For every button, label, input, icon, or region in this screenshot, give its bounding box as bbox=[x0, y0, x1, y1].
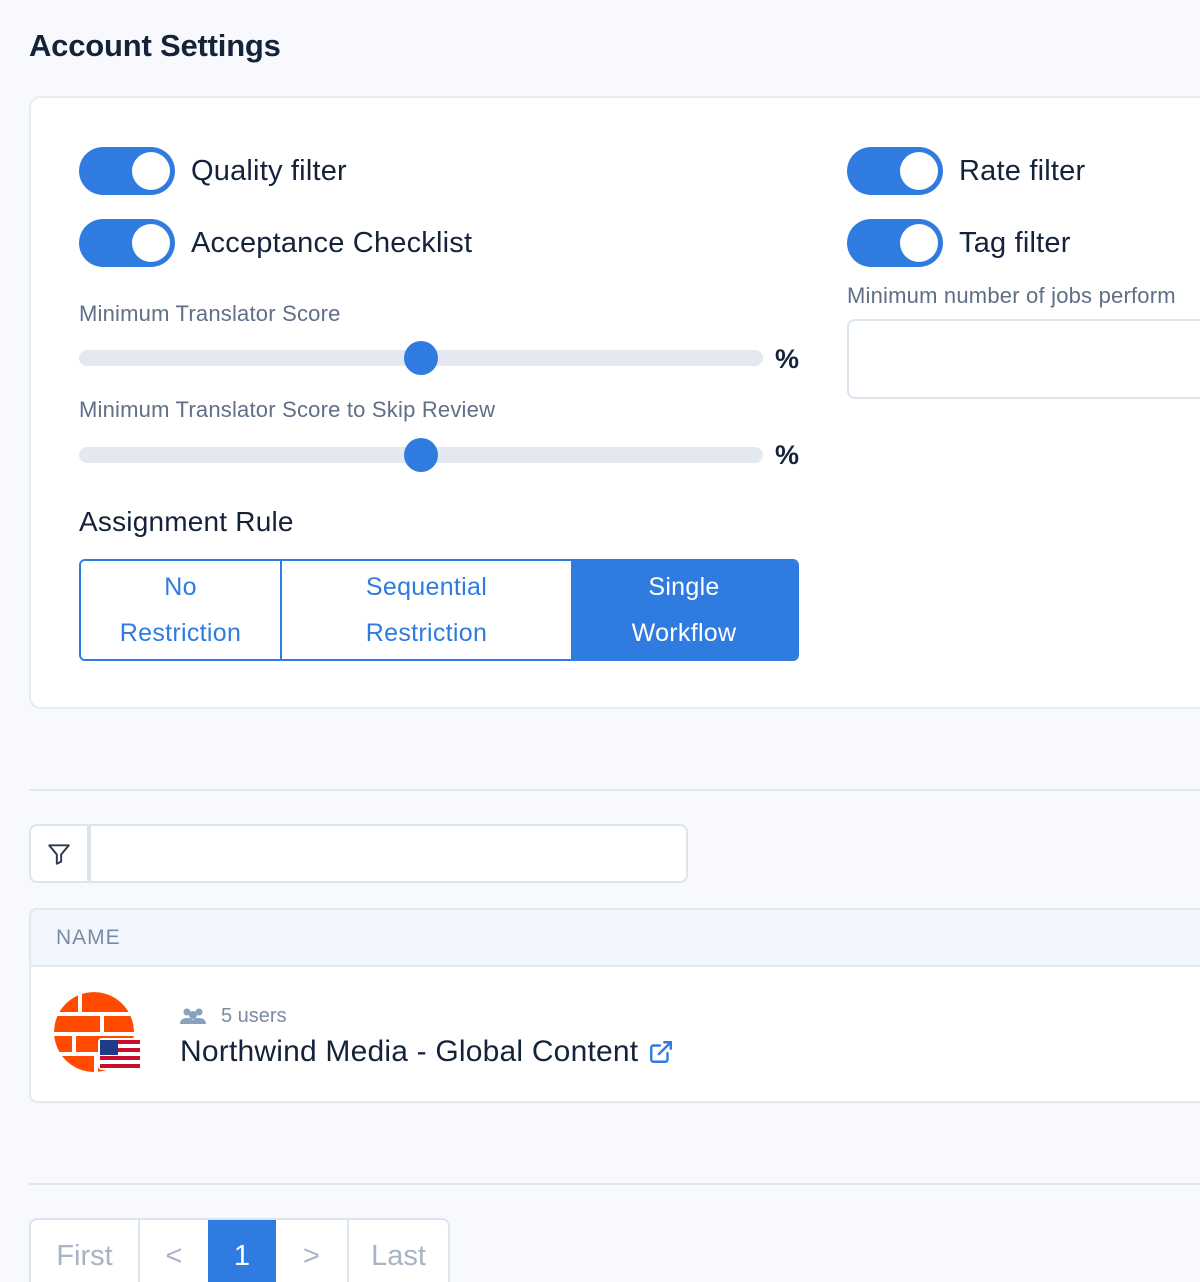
company-logo-icon bbox=[54, 992, 142, 1072]
last-page-button[interactable]: Last bbox=[347, 1220, 448, 1282]
min-jobs-label: Minimum number of jobs perform bbox=[847, 283, 1176, 308]
min-translator-score-label: Minimum Translator Score bbox=[79, 301, 341, 326]
min-translator-score-slider[interactable] bbox=[79, 341, 763, 375]
us-flag-icon bbox=[98, 1038, 142, 1070]
accounts-table: NAME 5 users Northwind Media - Global Co… bbox=[29, 908, 1200, 1103]
page-title: Account Settings bbox=[29, 28, 281, 63]
rate-filter-toggle[interactable] bbox=[847, 147, 943, 195]
row-meta: 5 users bbox=[179, 1005, 287, 1028]
toggle-knob bbox=[900, 224, 938, 262]
rate-filter-row: Rate filter bbox=[847, 147, 1085, 195]
filter-input[interactable] bbox=[89, 824, 688, 883]
no-restriction-option[interactable]: No Restriction bbox=[81, 561, 280, 659]
users-count: 5 users bbox=[221, 1005, 287, 1027]
min-score-skip-review-slider[interactable] bbox=[79, 438, 763, 472]
sequential-restriction-option[interactable]: Sequential Restriction bbox=[280, 561, 571, 659]
divider bbox=[29, 1183, 1200, 1185]
percent-unit: % bbox=[775, 440, 800, 470]
filter-icon bbox=[48, 843, 70, 865]
slider-thumb[interactable] bbox=[404, 341, 438, 375]
quality-filter-label: Quality filter bbox=[191, 154, 347, 187]
table-row[interactable]: 5 users Northwind Media - Global Content bbox=[31, 967, 1200, 1101]
percent-unit: % bbox=[775, 344, 800, 374]
tag-filter-label: Tag filter bbox=[959, 226, 1071, 259]
acceptance-checklist-row: Acceptance Checklist bbox=[79, 219, 472, 267]
toggle-knob bbox=[132, 152, 170, 190]
prev-page-button[interactable]: < bbox=[138, 1220, 208, 1282]
toggle-knob bbox=[900, 152, 938, 190]
single-workflow-option[interactable]: Single Workflow bbox=[571, 561, 797, 659]
option-line: Workflow bbox=[631, 619, 737, 647]
tag-filter-row: Tag filter bbox=[847, 219, 1071, 267]
acceptance-checklist-toggle[interactable] bbox=[79, 219, 175, 267]
users-icon bbox=[180, 1008, 206, 1024]
option-line: Restriction bbox=[365, 619, 488, 647]
pagination: First < 1 > Last bbox=[29, 1218, 450, 1282]
slider-thumb[interactable] bbox=[404, 438, 438, 472]
option-line: Restriction bbox=[119, 619, 242, 647]
option-line: Sequential bbox=[365, 573, 488, 601]
quality-filter-row: Quality filter bbox=[79, 147, 347, 195]
rate-filter-label: Rate filter bbox=[959, 154, 1086, 187]
next-page-button[interactable]: > bbox=[276, 1220, 347, 1282]
option-line: Single bbox=[648, 573, 720, 601]
account-name-text[interactable]: Northwind Media - Global Content bbox=[180, 1035, 638, 1069]
account-name: Northwind Media - Global Content bbox=[180, 1035, 674, 1069]
tag-filter-toggle[interactable] bbox=[847, 219, 943, 267]
filter-button[interactable] bbox=[29, 824, 89, 883]
quality-filter-toggle[interactable] bbox=[79, 147, 175, 195]
settings-card: Quality filter Acceptance Checklist Rate… bbox=[29, 96, 1200, 709]
divider bbox=[29, 789, 1200, 791]
assignment-rule-segmented-control: No Restriction Sequential Restriction Sing… bbox=[79, 559, 799, 661]
external-link-icon[interactable] bbox=[648, 1039, 674, 1065]
current-page-button[interactable]: 1 bbox=[208, 1220, 276, 1282]
min-jobs-input[interactable] bbox=[847, 319, 1200, 399]
table-header-name: NAME bbox=[31, 910, 1200, 967]
option-line: No bbox=[164, 573, 197, 601]
min-score-skip-review-label: Minimum Translator Score to Skip Review bbox=[79, 397, 496, 422]
first-page-button[interactable]: First bbox=[31, 1220, 138, 1282]
assignment-rule-label: Assignment Rule bbox=[79, 506, 294, 537]
acceptance-checklist-label: Acceptance Checklist bbox=[191, 226, 473, 259]
toggle-knob bbox=[132, 224, 170, 262]
